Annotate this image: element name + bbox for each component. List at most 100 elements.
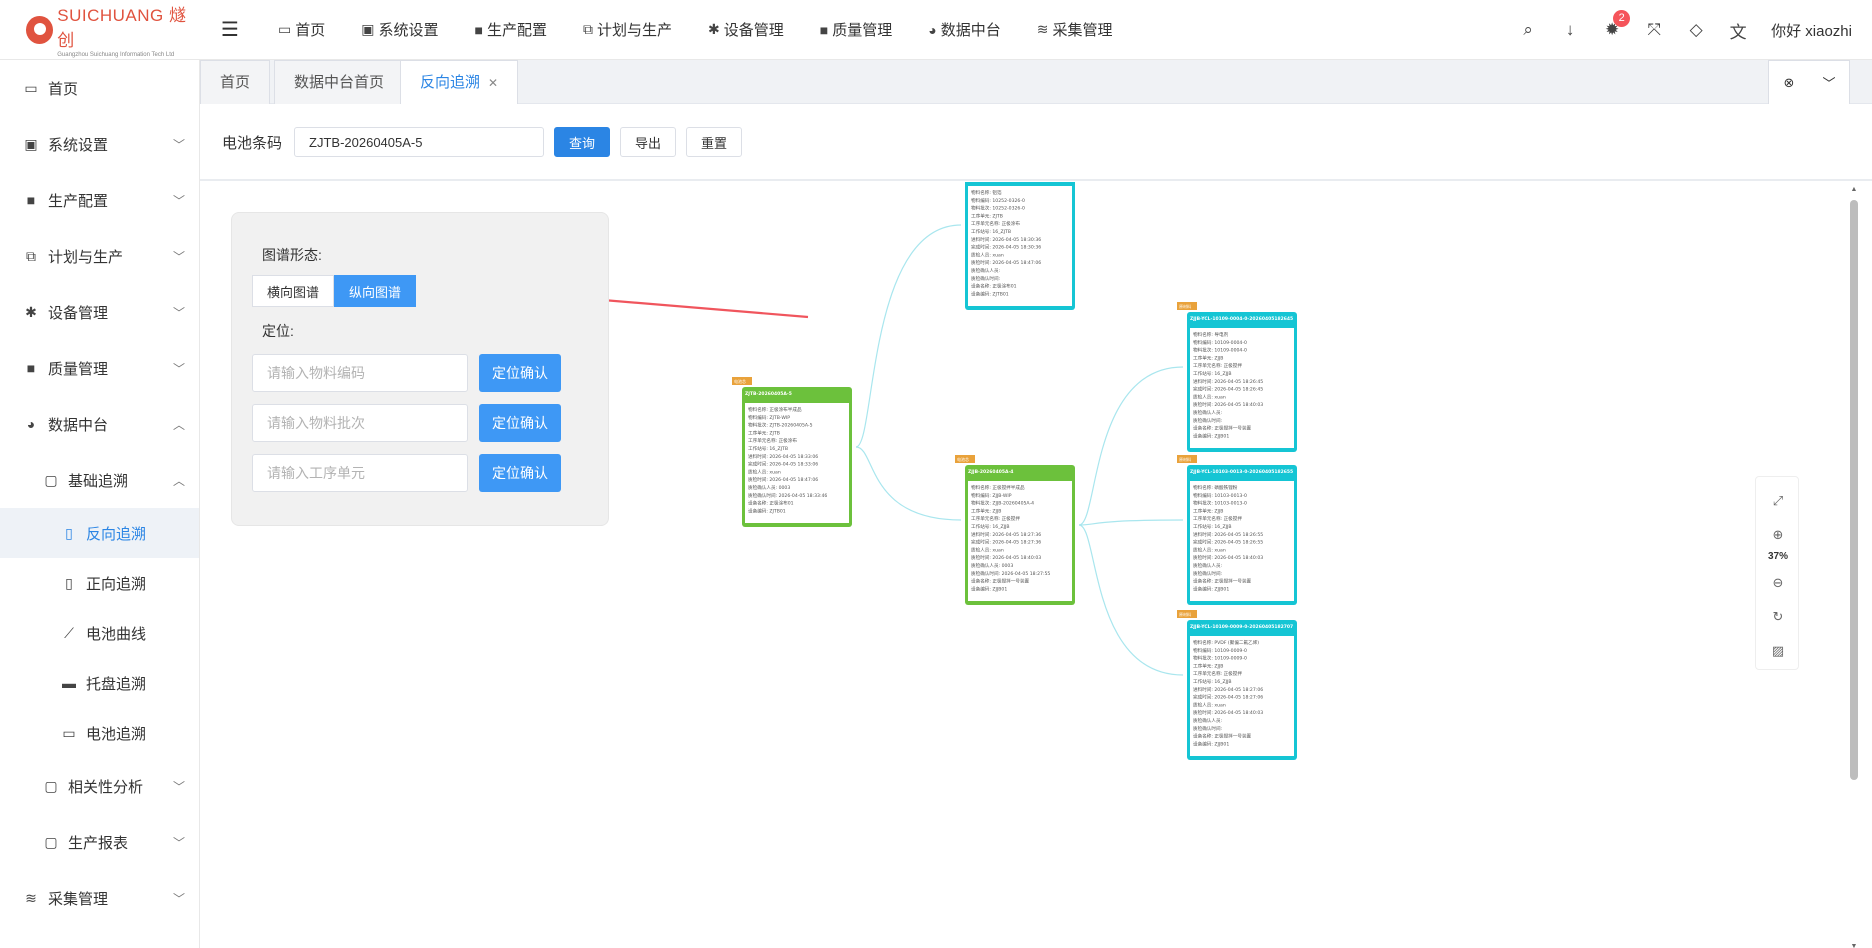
graph-node[interactable]: 原材料 ZJJB-YCL-10109-0004-0-20260405182645 物… (1177, 302, 1297, 452)
sidebar-item-production-report[interactable]: ▢ 生产报表 ﹀ (0, 814, 199, 870)
chevron-down-icon: ﹀ (172, 250, 185, 264)
topnav-system-settings[interactable]: ▣ 系统设置 (343, 0, 456, 60)
node-field: 进料时间: 2026-04-05 18:30:36 (971, 236, 1041, 243)
translate-icon[interactable]: 文 (1717, 18, 1759, 43)
scroll-down-icon[interactable]: ▼ (1850, 943, 1858, 948)
topnav-production-config[interactable]: ■ 生产配置 (457, 0, 565, 60)
reset-button[interactable]: 重置 (686, 127, 743, 157)
node-field: 设备编码: ZJJB01 (1193, 740, 1229, 747)
user-badge-icon: ▣ (24, 135, 38, 152)
search-icon[interactable]: ⌕ (1507, 20, 1549, 40)
topnav-data-center[interactable]: ◕ 数据中台 (910, 0, 1018, 60)
sidebar-item-production-config[interactable]: ■ 生产配置 ﹀ (0, 172, 199, 228)
folder-icon: ▢ (44, 833, 58, 850)
horizontal-graph-button[interactable]: 横向图谱 (252, 275, 335, 307)
node-field: 工作站号: 16_ZJJB (971, 523, 1010, 530)
sidebar-item-planning[interactable]: ⧉ 计划与生产 ﹀ (0, 228, 199, 284)
node-field: 质检时间: 2026-04-05 18:47:06 (971, 259, 1041, 266)
node-field: 物料编码: 10109-0009-0 (1193, 647, 1247, 654)
user-greeting[interactable]: 你好 xiaozhi (1771, 20, 1852, 41)
graph-node[interactable]: 原材料 ZJJB-YCL-10103-0013-0-20260405182655 物… (1177, 455, 1297, 605)
barcode-label: 电池条码 (222, 134, 283, 152)
locate-material-batch-button[interactable]: 定位确认 (479, 404, 561, 442)
node-field: 物料批次: ZJJB-20260405A-4 (971, 500, 1034, 507)
sidebar-item-pallet-trace[interactable]: ▬ 托盘追溯 (0, 658, 199, 708)
node-field: 工作站号: 16_ZJJB (1193, 523, 1232, 530)
tab-reverse-trace[interactable]: 反向追溯 ✕ (400, 60, 519, 104)
zoom-out-icon[interactable]: ⊖ (1756, 575, 1800, 591)
export-button[interactable]: 导出 (620, 127, 677, 157)
graph-node[interactable]: ZJTB-YCL-10252-0326-0物料名称: 铝箔物料编码: 10252… (965, 182, 1075, 310)
node-field: 完成时间: 2026-04-05 18:33:06 (748, 461, 818, 468)
sidebar-item-basic-trace[interactable]: ▢ 基础追溯 ︿ (0, 452, 199, 508)
search-button[interactable]: 查询 (554, 127, 611, 157)
node-field: 质检确认时间: (971, 275, 1001, 282)
scroll-up-icon[interactable]: ▲ (1850, 186, 1858, 193)
close-icon[interactable]: ✕ (488, 76, 498, 90)
zoom-in-icon[interactable]: ⊕ (1756, 527, 1800, 543)
node-field: 物料批次: 10252-0326-0 (971, 205, 1025, 212)
tab-data-center-home[interactable]: 数据中台首页 (274, 60, 405, 104)
vertical-scrollbar[interactable]: ▲ ▼ (1850, 186, 1858, 948)
chevron-down-icon: ﹀ (172, 362, 185, 376)
download-icon[interactable]: ↓ (1549, 20, 1591, 40)
topnav-home[interactable]: ▭ 首页 (260, 0, 343, 60)
briefcase-icon: ■ (26, 360, 36, 376)
chevron-down-icon: ﹀ (172, 892, 185, 906)
top-header: SUICHUANG 燧创 Guangzhou Suichuang Informa… (0, 0, 1872, 60)
sidebar-item-forward-trace[interactable]: ▯ 正向追溯 (0, 558, 199, 608)
node-field: 进料时间: 2026-04-05 18:27:36 (971, 531, 1041, 538)
fit-view-icon[interactable]: ⤢ (1756, 493, 1800, 509)
sidebar-item-quality[interactable]: ■ 质量管理 ﹀ (0, 340, 199, 396)
node-field: 质检确认人员: (1193, 717, 1223, 724)
node-field: 设备名称: 正极搅拌一号装置 (1193, 425, 1252, 432)
locate-material-code-button[interactable]: 定位确认 (479, 354, 561, 392)
node-tag-label: 原材料 (1179, 611, 1191, 617)
topnav-equipment[interactable]: ✱ 设备管理 (690, 0, 802, 60)
chevron-up-icon: ︿ (172, 474, 185, 488)
topnav-quality[interactable]: ■ 质量管理 (802, 0, 910, 60)
node-field: 工序单元名称: 正极搅拌 (971, 515, 1020, 522)
vertical-graph-button[interactable]: 纵向图谱 (334, 275, 417, 307)
database-icon: ≋ (25, 889, 37, 906)
node-field: 工序单元: ZJJB (1193, 354, 1223, 361)
locate-process-unit-button[interactable]: 定位确认 (479, 454, 561, 492)
image-export-icon[interactable]: ▨ (1756, 643, 1800, 659)
bug-icon[interactable]: ✹ 2 (1591, 10, 1633, 40)
sidebar-item-collection[interactable]: ≋ 采集管理 ﹀ (0, 870, 199, 926)
material-code-input[interactable] (252, 354, 468, 392)
node-field: 质检时间: 2026-04-05 18:40:03 (1193, 401, 1263, 408)
graph-node[interactable]: 原材料 ZJJB-YCL-10109-0009-0-20260405182707 物… (1177, 610, 1297, 760)
material-batch-input[interactable] (252, 404, 468, 442)
topnav-collection[interactable]: ≋ 采集管理 (1019, 0, 1131, 60)
tab-home[interactable]: 首页 (200, 60, 271, 104)
sidebar-item-reverse-trace[interactable]: ▯ 反向追溯 (0, 508, 199, 558)
brand-logo[interactable]: SUICHUANG 燧创 Guangzhou Suichuang Informa… (0, 0, 200, 60)
node-field: 物料名称: 导电剂 (1193, 331, 1229, 338)
barcode-input[interactable] (294, 127, 545, 157)
briefcase-icon: ■ (26, 192, 36, 208)
graph-node[interactable]: 电池芯 ZJJB-20260405A-4 物料名称: 正极搅拌半成品物料编码: ZJ… (955, 455, 1075, 605)
scrollbar-thumb[interactable] (1850, 200, 1858, 780)
process-unit-input[interactable] (252, 454, 468, 492)
sidebar-item-equipment[interactable]: ✱ 设备管理 ﹀ (0, 284, 199, 340)
node-field: 设备编码: ZJTB01 (971, 290, 1009, 297)
sidebar-item-system-settings[interactable]: ▣ 系统设置 ﹀ (0, 116, 199, 172)
sidebar-item-correlation[interactable]: ▢ 相关性分析 ﹀ (0, 758, 199, 814)
close-all-icon[interactable]: ⊗ (1769, 75, 1809, 91)
node-field: 设备名称: 正极搅拌一号装置 (1193, 733, 1252, 740)
diamond-icon[interactable]: ◇ (1675, 20, 1717, 40)
user-badge-icon: ▣ (361, 21, 375, 37)
sidebar-item-home[interactable]: ▭ 首页 (0, 60, 199, 116)
node-field: 设备名称: 正极涂布01 (971, 283, 1017, 290)
graph-canvas[interactable]: 电池芯 ZJTB-20260405A-5 物料名称: 正极涂布半成品 物料编码: ZJ… (200, 182, 1872, 948)
sidebar-item-data-center[interactable]: ◕ 数据中台 ︿ (0, 396, 199, 452)
refresh-icon[interactable]: ↻ (1756, 609, 1800, 625)
fullscreen-icon[interactable]: ⤧ (1633, 20, 1675, 40)
sidebar-item-battery-trace[interactable]: ▭ 电池追溯 (0, 708, 199, 758)
menu-toggle-icon[interactable]: ☰ (200, 17, 260, 42)
sidebar-item-battery-curve[interactable]: ⟋ 电池曲线 (0, 608, 199, 658)
chevron-down-icon[interactable]: ﹀ (1809, 73, 1849, 92)
graph-node[interactable]: 电池芯 ZJTB-20260405A-5 物料名称: 正极涂布半成品物料编码: ZJ… (732, 377, 852, 527)
topnav-planning[interactable]: ⧉ 计划与生产 (565, 0, 690, 60)
